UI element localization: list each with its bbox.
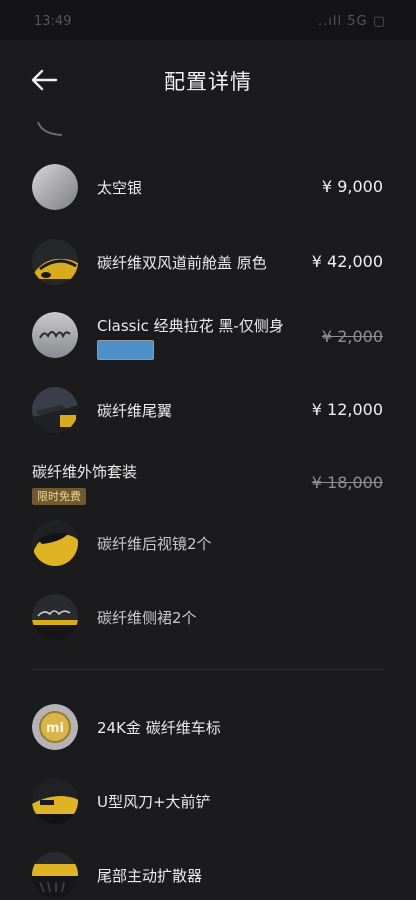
partial-item	[0, 118, 416, 140]
extra-item-logo[interactable]: mi 24K金 碳纤维车标	[0, 702, 416, 752]
status-icons: ..ıll 5G ▢	[318, 14, 386, 29]
item-price-struck: ¥ 2,000	[321, 327, 383, 346]
front-splitter-car-icon	[32, 778, 78, 824]
item-name: 尾部主动扩散器	[97, 867, 203, 885]
package-item-side-skirts[interactable]: 碳纤维侧裙2个	[0, 592, 416, 642]
config-item-rear-wing[interactable]: 碳纤维尾翼 ¥ 12,000	[0, 385, 416, 435]
rear-wing-car-icon	[32, 387, 78, 433]
page-title: 配置详情	[164, 70, 252, 94]
rear-diffuser-car-icon	[32, 852, 78, 898]
config-item-classic-livery[interactable]: Classic 经典拉花 黑-仅侧身 ¥ 2,000	[0, 310, 416, 370]
side-skirt-icon	[32, 594, 78, 640]
logo-text: mi	[46, 721, 64, 736]
item-name: 太空银	[97, 179, 143, 197]
item-name: 24K金 碳纤维车标	[97, 719, 221, 737]
extra-item-rear-diffuser[interactable]: 尾部主动扩散器	[0, 850, 416, 900]
item-name: Classic 经典拉花 黑-仅侧身	[97, 317, 284, 335]
item-price: ¥ 9,000	[321, 177, 383, 196]
item-name: U型风刀+大前铲	[97, 793, 211, 811]
package-price-struck: ¥ 18,000	[311, 473, 383, 492]
partial-thumb	[37, 121, 63, 136]
item-price: ¥ 42,000	[311, 252, 383, 271]
package-item-mirrors[interactable]: 碳纤维后视镜2个	[0, 518, 416, 568]
item-name: 碳纤维尾翼	[97, 402, 173, 420]
silver-color-swatch-icon	[32, 164, 78, 210]
front-hood-car-icon	[32, 239, 78, 285]
config-item-front-hood[interactable]: 碳纤维双风道前舱盖 原色 ¥ 42,000	[0, 237, 416, 287]
package-title: 碳纤维外饰套装	[32, 463, 138, 481]
status-time: 13:49	[34, 14, 72, 29]
header: 配置详情	[0, 40, 416, 118]
free-badge: 限时免费	[32, 488, 86, 505]
item-name: 碳纤维侧裙2个	[97, 609, 197, 627]
status-bar: 13:49 ..ıll 5G ▢	[0, 0, 416, 40]
extra-item-front-splitter[interactable]: U型风刀+大前铲	[0, 776, 416, 826]
package-header[interactable]: 碳纤维外饰套装 限时免费 ¥ 18,000	[0, 460, 416, 508]
mi-logo-icon: mi	[32, 704, 78, 750]
config-item-space-silver[interactable]: 太空银 ¥ 9,000	[0, 162, 416, 212]
item-name: 碳纤维后视镜2个	[97, 535, 212, 553]
section-divider	[32, 669, 384, 670]
item-price: ¥ 12,000	[311, 400, 383, 419]
livery-color-swatch	[97, 340, 154, 360]
livery-decal-icon	[32, 312, 78, 358]
mirror-car-icon	[32, 520, 78, 566]
item-name: 碳纤维双风道前舱盖 原色	[97, 254, 267, 272]
